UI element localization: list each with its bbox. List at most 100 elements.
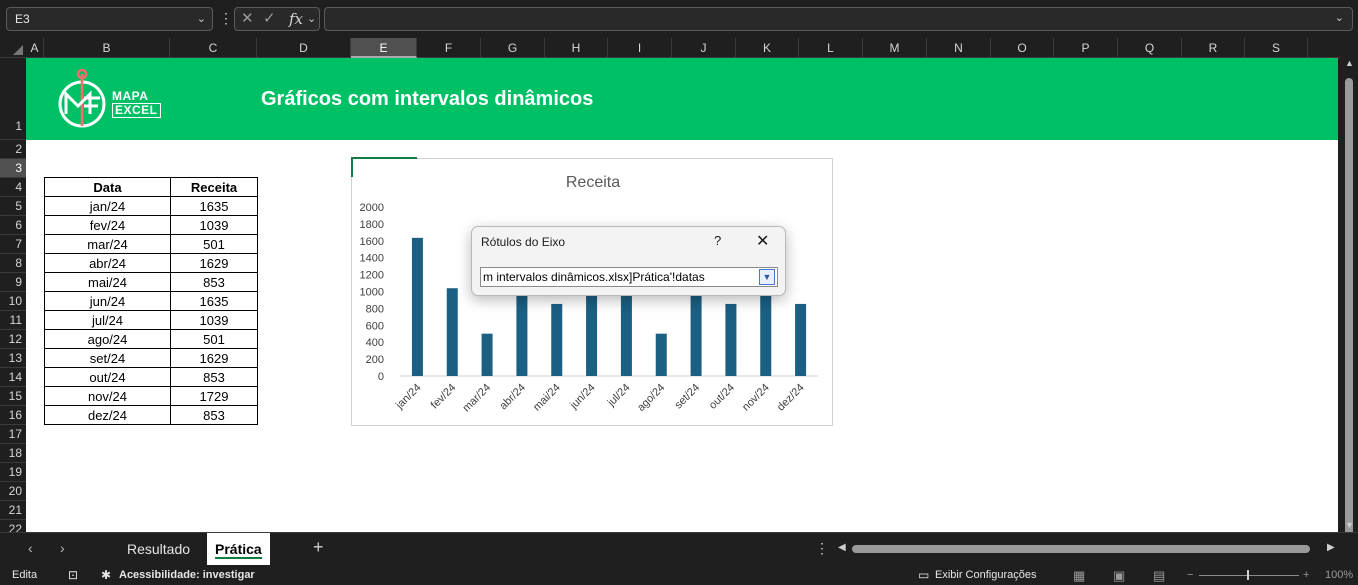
confirm-icon[interactable]: ✓ <box>263 8 276 30</box>
collapse-dialog-icon[interactable]: ▼ <box>759 269 775 285</box>
column-header-o[interactable]: O <box>991 38 1054 58</box>
cell-data[interactable]: jul/24 <box>44 310 171 330</box>
close-button[interactable]: ✕ <box>756 231 769 251</box>
column-header-r[interactable]: R <box>1182 38 1245 58</box>
cell-receita[interactable]: 853 <box>170 272 258 292</box>
accessibility-status[interactable]: Acessibilidade: investigar <box>119 566 255 585</box>
cell-receita[interactable]: 1629 <box>170 348 258 368</box>
column-header-m[interactable]: M <box>863 38 927 58</box>
bar-out-24[interactable] <box>725 303 737 376</box>
bar-dez-24[interactable] <box>795 303 807 376</box>
row-header-6[interactable]: 6 <box>0 216 26 235</box>
cell-data[interactable]: set/24 <box>44 348 171 368</box>
name-box[interactable]: E3 ⌄ <box>6 7 213 31</box>
column-header-i[interactable]: I <box>608 38 672 58</box>
chevron-down-icon[interactable]: ⌄ <box>307 8 316 30</box>
cell-receita[interactable]: 1039 <box>170 215 258 235</box>
zoom-slider-thumb[interactable] <box>1247 570 1249 580</box>
zoom-out-icon[interactable]: − <box>1187 566 1193 585</box>
bar-fev-24[interactable] <box>446 288 458 376</box>
column-header-h[interactable]: H <box>545 38 608 58</box>
tab-resultado[interactable]: Resultado <box>127 533 190 565</box>
formula-input[interactable]: ⌄ <box>324 7 1353 31</box>
cell-receita[interactable]: 853 <box>170 405 258 425</box>
help-button[interactable]: ? <box>714 233 721 248</box>
bar-mai-24[interactable] <box>551 303 563 376</box>
bar-jan-24[interactable] <box>411 237 423 376</box>
cell-receita[interactable]: 1635 <box>170 196 258 216</box>
cell-data[interactable]: jan/24 <box>44 196 171 216</box>
row-header-10[interactable]: 10 <box>0 292 26 311</box>
row-header-19[interactable]: 19 <box>0 463 26 482</box>
select-all-button[interactable] <box>0 38 26 58</box>
column-header-b[interactable]: B <box>44 38 170 58</box>
range-input[interactable]: m intervalos dinâmicos.xlsx]Prática'!dat… <box>480 267 778 287</box>
cell-data[interactable]: mai/24 <box>44 272 171 292</box>
column-header-f[interactable]: F <box>417 38 481 58</box>
page-break-icon[interactable]: ▤ <box>1153 566 1165 585</box>
vertical-scrollbar[interactable]: ▲ ▼ <box>1340 38 1358 546</box>
row-header-7[interactable]: 7 <box>0 235 26 254</box>
column-header-c[interactable]: C <box>170 38 257 58</box>
header-receita[interactable]: Receita <box>170 177 258 197</box>
cell-receita[interactable]: 501 <box>170 329 258 349</box>
column-header-q[interactable]: Q <box>1118 38 1182 58</box>
column-header-k[interactable]: K <box>736 38 799 58</box>
scroll-down-icon[interactable]: ▼ <box>1345 520 1354 530</box>
cell-data[interactable]: abr/24 <box>44 253 171 273</box>
scroll-thumb[interactable] <box>1345 78 1353 546</box>
row-header-12[interactable]: 12 <box>0 330 26 349</box>
column-header-d[interactable]: D <box>257 38 351 58</box>
row-header-15[interactable]: 15 <box>0 387 26 406</box>
row-header-9[interactable]: 9 <box>0 273 26 292</box>
row-header-4[interactable]: 4 <box>0 178 26 197</box>
normal-view-icon[interactable]: ▦ <box>1073 566 1085 585</box>
expand-formula-icon[interactable]: ⌄ <box>1335 11 1344 24</box>
cell-data[interactable]: nov/24 <box>44 386 171 406</box>
row-header-8[interactable]: 8 <box>0 254 26 273</box>
cell-receita[interactable]: 853 <box>170 367 258 387</box>
scroll-left-icon[interactable]: ◀ <box>838 542 846 553</box>
add-sheet-button[interactable]: + <box>313 537 324 558</box>
column-header-g[interactable]: G <box>481 38 545 58</box>
row-header-11[interactable]: 11 <box>0 311 26 330</box>
more-tabs-icon[interactable]: ⋮ <box>815 540 829 557</box>
display-settings-icon[interactable]: ▭ <box>918 566 929 585</box>
row-header-13[interactable]: 13 <box>0 349 26 368</box>
cell-receita[interactable]: 501 <box>170 234 258 254</box>
row-header-5[interactable]: 5 <box>0 197 26 216</box>
cancel-icon[interactable]: ✕ <box>241 8 254 30</box>
cell-mode-icon[interactable]: ⊡ <box>68 566 78 585</box>
zoom-level[interactable]: 100% <box>1325 566 1353 585</box>
column-header-p[interactable]: P <box>1054 38 1118 58</box>
horizontal-scroll-thumb[interactable] <box>852 545 1310 553</box>
column-header-n[interactable]: N <box>927 38 991 58</box>
chevron-down-icon[interactable]: ⌄ <box>197 8 206 30</box>
previous-sheet-icon[interactable]: ‹ <box>28 540 33 556</box>
cell-receita[interactable]: 1039 <box>170 310 258 330</box>
more-options-icon[interactable]: ⋮ <box>219 9 233 27</box>
row-header-20[interactable]: 20 <box>0 482 26 501</box>
row-header-1[interactable]: 1 <box>0 58 26 140</box>
cell-data[interactable]: fev/24 <box>44 215 171 235</box>
column-header-e[interactable]: E <box>351 38 417 58</box>
cell-data[interactable]: mar/24 <box>44 234 171 254</box>
column-header-j[interactable]: J <box>672 38 736 58</box>
insert-function-icon[interactable]: fx <box>289 8 303 30</box>
column-header-l[interactable]: L <box>799 38 863 58</box>
row-header-14[interactable]: 14 <box>0 368 26 387</box>
cell-receita[interactable]: 1729 <box>170 386 258 406</box>
header-data[interactable]: Data <box>44 177 171 197</box>
row-header-16[interactable]: 16 <box>0 406 26 425</box>
cell-data[interactable]: out/24 <box>44 367 171 387</box>
cell-receita[interactable]: 1635 <box>170 291 258 311</box>
bar-mar-24[interactable] <box>481 333 493 376</box>
chart-title[interactable]: Receita <box>566 174 620 191</box>
page-layout-icon[interactable]: ▣ <box>1113 566 1125 585</box>
column-header-s[interactable]: S <box>1245 38 1308 58</box>
display-settings[interactable]: Exibir Configurações <box>935 566 1037 585</box>
row-header-18[interactable]: 18 <box>0 444 26 463</box>
zoom-slider[interactable] <box>1199 575 1299 576</box>
row-header-22[interactable]: 22 <box>0 520 26 532</box>
scroll-right-icon[interactable]: ▶ <box>1327 542 1335 553</box>
